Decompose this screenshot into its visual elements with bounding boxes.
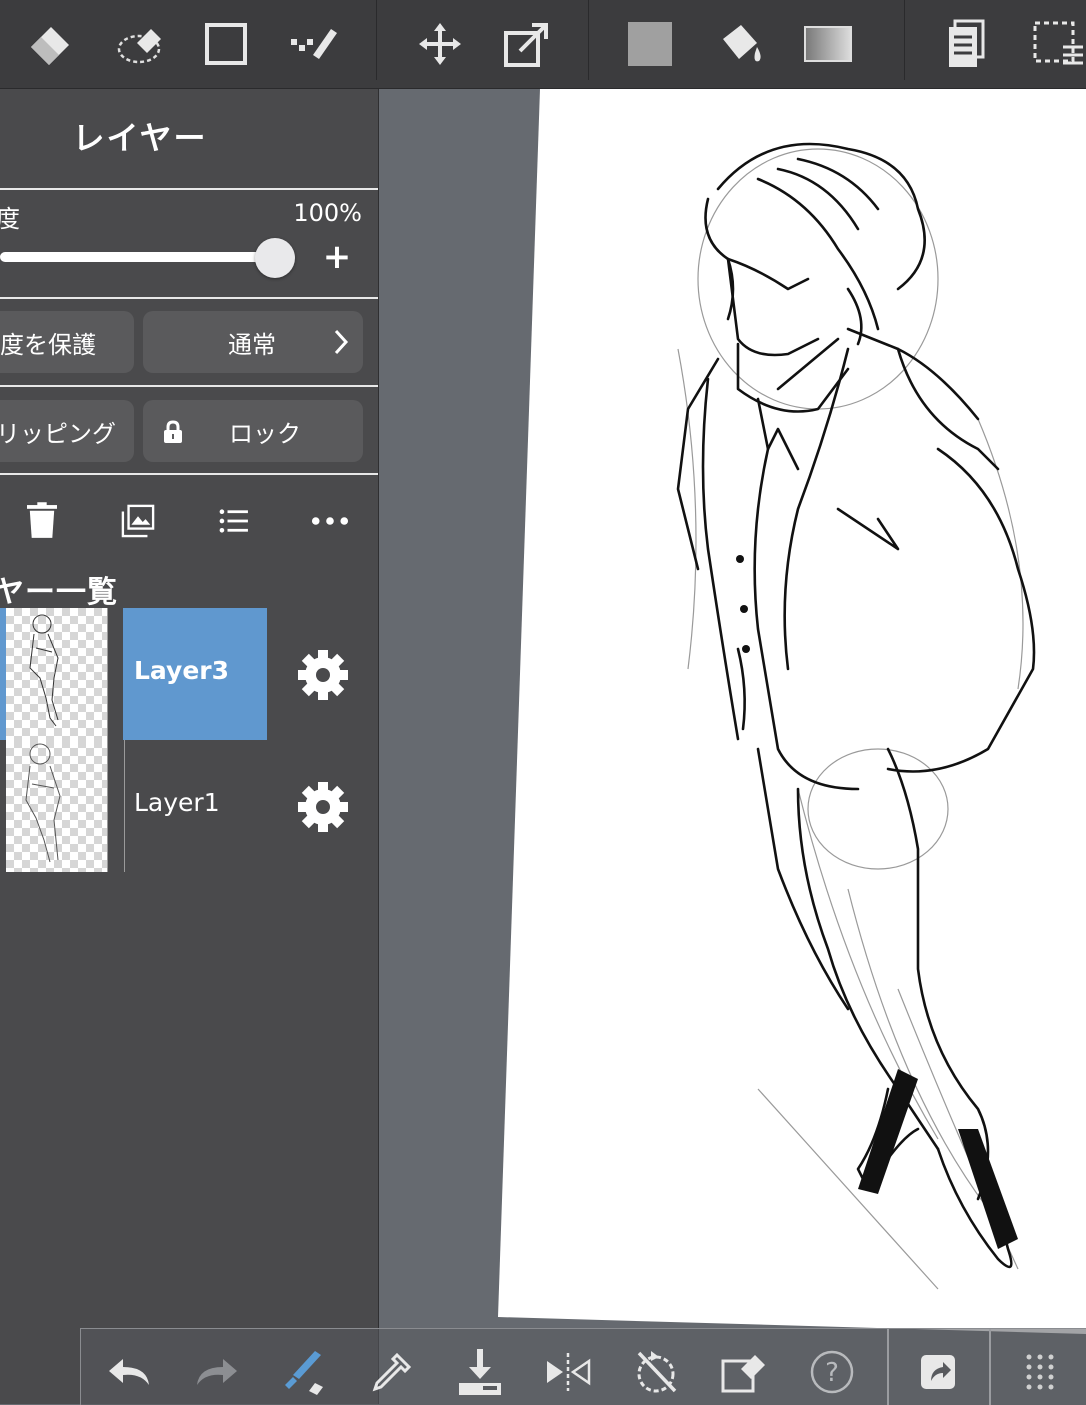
flip-icon xyxy=(547,1353,591,1391)
rotate-reset-button[interactable] xyxy=(621,1339,691,1405)
rotate-reset-icon xyxy=(637,1351,677,1393)
layer-strip xyxy=(107,740,125,872)
undo-icon xyxy=(109,1359,149,1385)
panel-title: レイヤー xyxy=(72,119,208,157)
layer-list-button[interactable] xyxy=(204,497,264,545)
gear-icon[interactable] xyxy=(296,648,350,702)
divider xyxy=(0,473,378,475)
import-image-button[interactable] xyxy=(108,497,168,545)
eraser-icon xyxy=(31,27,69,65)
chevron-right-icon xyxy=(334,329,349,355)
layer-list-title: ヤー一覧 xyxy=(0,575,118,610)
rectangle-select-icon xyxy=(205,23,247,65)
toolbar-separator xyxy=(989,1329,991,1405)
redo-button[interactable] xyxy=(181,1339,251,1405)
magic-wand-icon xyxy=(291,29,337,59)
list-icon xyxy=(219,509,248,533)
brush-color-icon xyxy=(285,1351,323,1395)
more-options-button[interactable] xyxy=(300,497,360,545)
layers-button[interactable] xyxy=(926,0,1006,88)
undo-button[interactable] xyxy=(95,1339,165,1405)
help-button[interactable]: ? xyxy=(797,1339,867,1405)
layer-thumbnail[interactable] xyxy=(6,608,107,740)
share-icon xyxy=(921,1355,955,1389)
layer-panel: レイヤー 度 100% + 度を保護 通常 リッピング ロック ヤー一覧 Lay… xyxy=(0,89,379,1404)
drawing-canvas[interactable] xyxy=(378,89,1086,1404)
protect-alpha-label: 度を保護 xyxy=(0,330,96,359)
transform-select-button[interactable] xyxy=(709,1339,779,1405)
lock-button[interactable]: ロック xyxy=(143,400,363,462)
clipping-label: リッピング xyxy=(0,419,116,448)
blend-mode-button[interactable]: 通常 xyxy=(143,311,363,373)
move-icon xyxy=(419,23,461,65)
opacity-label: 度 xyxy=(0,205,20,233)
magic-wand-tool-button[interactable] xyxy=(274,0,354,88)
save-icon xyxy=(459,1349,501,1395)
bottom-toolbar: ? xyxy=(80,1328,1086,1405)
divider xyxy=(0,385,378,387)
gradient-icon xyxy=(804,26,852,62)
toolbar-separator xyxy=(887,1329,889,1405)
brush-color-button[interactable] xyxy=(269,1339,339,1405)
opacity-value: 100% xyxy=(293,199,362,227)
bucket-icon xyxy=(723,25,761,62)
rectangle-select-tool-button[interactable] xyxy=(186,0,266,88)
divider xyxy=(0,297,378,299)
selection-menu-button[interactable] xyxy=(1016,0,1086,88)
lasso-eraser-tool-button[interactable] xyxy=(100,0,180,88)
fill-color-button[interactable] xyxy=(610,0,690,88)
save-button[interactable] xyxy=(445,1339,515,1405)
layers-icon xyxy=(949,19,985,67)
grid-menu-button[interactable] xyxy=(1005,1339,1075,1405)
redo-icon xyxy=(197,1359,237,1385)
protect-alpha-button[interactable]: 度を保護 xyxy=(0,311,134,373)
layer-name: Layer3 xyxy=(134,656,230,685)
toolbar-separator xyxy=(904,0,905,80)
eyedropper-icon xyxy=(372,1352,412,1392)
share-button[interactable] xyxy=(903,1339,973,1405)
paper-sheet xyxy=(498,89,1086,1334)
eraser-tool-button[interactable] xyxy=(10,0,90,88)
flip-button[interactable] xyxy=(533,1339,603,1405)
opacity-plus-button[interactable]: + xyxy=(320,237,354,277)
eyedropper-button[interactable] xyxy=(357,1339,427,1405)
more-icon xyxy=(311,517,349,525)
help-glyph: ? xyxy=(825,1358,839,1388)
help-icon: ? xyxy=(810,1350,854,1394)
clipping-button[interactable]: リッピング xyxy=(0,400,134,462)
layer-row[interactable]: Layer3 xyxy=(0,608,378,740)
canvas-area[interactable] xyxy=(378,89,1086,1404)
top-toolbar xyxy=(0,0,1086,89)
opacity-slider-track[interactable] xyxy=(0,252,270,262)
lock-icon xyxy=(164,420,182,443)
layer-thumbnail-sketch xyxy=(25,743,61,863)
transform-select-icon xyxy=(721,1355,765,1393)
transform-icon xyxy=(504,23,548,67)
layer-thumbnail-sketch xyxy=(29,614,59,727)
layer-row[interactable]: Layer1 xyxy=(0,740,378,872)
layer-name: Layer1 xyxy=(134,788,220,817)
gear-icon[interactable] xyxy=(296,780,350,834)
toolbar-separator xyxy=(588,0,589,80)
transform-tool-button[interactable] xyxy=(487,0,567,88)
move-tool-button[interactable] xyxy=(400,0,480,88)
grid-menu-icon xyxy=(1026,1354,1054,1390)
image-icon xyxy=(121,504,155,538)
blend-mode-label: 通常 xyxy=(228,330,276,359)
fill-color-icon xyxy=(628,22,672,66)
divider xyxy=(0,188,378,190)
trash-icon xyxy=(27,502,57,538)
lock-label: ロック xyxy=(229,419,301,448)
gradient-tool-button[interactable] xyxy=(788,0,868,88)
toolbar-separator xyxy=(376,0,377,80)
delete-layer-button[interactable] xyxy=(12,497,72,545)
opacity-slider-knob[interactable] xyxy=(255,238,295,278)
selection-menu-icon xyxy=(1033,21,1083,65)
layer-thumbnail[interactable] xyxy=(6,740,107,872)
lasso-eraser-icon xyxy=(117,29,161,64)
bucket-tool-button[interactable] xyxy=(700,0,780,88)
